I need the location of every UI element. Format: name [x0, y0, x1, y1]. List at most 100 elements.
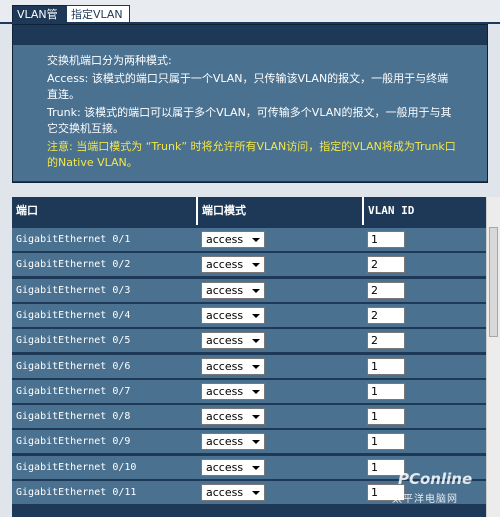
vertical-scrollbar[interactable]: [486, 197, 500, 517]
port-name: GigabitEthernet 0/6: [16, 361, 131, 372]
port-name: GigabitEthernet 0/3: [16, 285, 131, 296]
chevron-down-icon: [252, 390, 260, 394]
table-row: GigabitEthernet 0/6 access 1: [12, 355, 488, 378]
port-name: GigabitEthernet 0/9: [16, 436, 131, 447]
port-mode-cell: access: [198, 329, 362, 352]
port-mode-value: access: [206, 385, 244, 398]
port-mode-cell: access: [198, 456, 362, 479]
vlan-id-input[interactable]: 2: [367, 256, 405, 273]
port-mode-value: access: [206, 486, 244, 499]
info-note: 注意: 当端口模式为 “Trunk” 时将允许所有VLAN访问，指定的VLAN将…: [47, 140, 456, 169]
port-vlan-table: 端口 端口模式 VLAN ID GigabitEthernet 0/1 acces…: [12, 197, 488, 517]
vlan-id-cell: 1: [364, 228, 488, 251]
header-port: 端口: [12, 197, 198, 225]
watermark-logo: PConline: [398, 470, 473, 488]
vlan-id-cell: 2: [364, 329, 488, 352]
port-mode-value: access: [206, 360, 244, 373]
port-mode-select[interactable]: access: [201, 256, 265, 273]
port-mode-select[interactable]: access: [201, 282, 265, 299]
vlan-id-cell: 1: [364, 405, 488, 428]
vlan-id-cell: 1: [364, 430, 488, 453]
vlan-id-cell: 2: [364, 304, 488, 327]
port-mode-value: access: [206, 435, 244, 448]
port-mode-cell: access: [198, 380, 362, 403]
chevron-down-icon: [252, 263, 260, 267]
chevron-down-icon: [252, 466, 260, 470]
chevron-down-icon: [252, 365, 260, 369]
port-name: GigabitEthernet 0/8: [16, 411, 131, 422]
table-row: GigabitEthernet 0/9 access 1: [12, 430, 488, 453]
header-port-mode: 端口模式: [198, 197, 364, 225]
port-mode-value: access: [206, 461, 244, 474]
table-row: GigabitEthernet 0/4 access 2: [12, 304, 488, 327]
info-body: 交换机端口分为两种模式: Access: 该模式的端口只属于一个VLAN，只传输…: [13, 45, 487, 181]
vlan-id-input[interactable]: 1: [367, 383, 405, 400]
vlan-id-cell: 2: [364, 253, 488, 276]
port-mode-value: access: [206, 334, 244, 347]
port-mode-value: access: [206, 309, 244, 322]
info-line-access: Access: 该模式的端口只属于一个VLAN，只传输该VLAN的报文，一般用于…: [47, 72, 449, 101]
port-mode-select[interactable]: access: [201, 408, 265, 425]
tab-assign-vlan[interactable]: 指定VLAN: [66, 5, 130, 23]
vlan-id-input[interactable]: 2: [367, 307, 405, 324]
port-name: GigabitEthernet 0/5: [16, 335, 131, 346]
table-row: GigabitEthernet 0/3 access 2: [12, 279, 488, 302]
vlan-id-input[interactable]: 2: [367, 282, 405, 299]
table-header: 端口 端口模式 VLAN ID: [12, 197, 488, 225]
port-mode-cell: access: [198, 355, 362, 378]
port-mode-value: access: [206, 284, 244, 297]
chevron-down-icon: [252, 415, 260, 419]
port-mode-cell: access: [198, 228, 362, 251]
vlan-id-input[interactable]: 1: [367, 231, 405, 248]
vlan-id-cell: 1: [364, 380, 488, 403]
info-line-modes: 交换机端口分为两种模式:: [47, 54, 172, 67]
port-name: GigabitEthernet 0/10: [16, 462, 137, 473]
vlan-id-input[interactable]: 1: [367, 358, 405, 375]
watermark-subtitle: 太平洋电脑网: [392, 494, 458, 505]
vlan-id-input[interactable]: 1: [367, 408, 405, 425]
port-mode-cell: access: [198, 279, 362, 302]
port-mode-select[interactable]: access: [201, 433, 265, 450]
table-row: GigabitEthernet 0/1 access 1: [12, 228, 488, 251]
table-row: GigabitEthernet 0/2 access 2: [12, 253, 488, 276]
port-mode-select[interactable]: access: [201, 358, 265, 375]
chevron-down-icon: [252, 289, 260, 293]
port-name: GigabitEthernet 0/4: [16, 310, 131, 321]
port-mode-cell: access: [198, 405, 362, 428]
header-vlan-id: VLAN ID: [368, 204, 415, 217]
port-mode-select[interactable]: access: [201, 307, 265, 324]
info-panel: 交换机端口分为两种模式: Access: 该模式的端口只属于一个VLAN，只传输…: [12, 24, 488, 183]
table-row: GigabitEthernet 0/5 access 2: [12, 329, 488, 352]
port-mode-select[interactable]: access: [201, 332, 265, 349]
port-name: GigabitEthernet 0/7: [16, 386, 131, 397]
port-mode-value: access: [206, 410, 244, 423]
chevron-down-icon: [252, 238, 260, 242]
vlan-id-cell: 1: [364, 355, 488, 378]
port-name: GigabitEthernet 0/1: [16, 234, 131, 245]
chevron-down-icon: [252, 491, 260, 495]
port-mode-cell: access: [198, 253, 362, 276]
table-row: GigabitEthernet 0/8 access 1: [12, 405, 488, 428]
chevron-down-icon: [252, 314, 260, 318]
watermark: PConline 太平洋电脑网: [392, 470, 492, 510]
table-row: GigabitEthernet 0/7 access 1: [12, 380, 488, 403]
port-mode-cell: access: [198, 430, 362, 453]
info-line-trunk: Trunk: 该模式的端口可以属于多个VLAN，可传输多个VLAN的报文，一般用…: [47, 106, 452, 135]
top-bar: VLAN管理 指定VLAN: [0, 0, 500, 38]
port-mode-cell: access: [198, 481, 362, 504]
port-mode-select[interactable]: access: [201, 459, 265, 476]
scrollbar-thumb[interactable]: [489, 227, 498, 337]
chevron-down-icon: [252, 440, 260, 444]
port-mode-value: access: [206, 258, 244, 271]
vlan-id-input[interactable]: 1: [367, 433, 405, 450]
port-mode-select[interactable]: access: [201, 484, 265, 501]
vlan-id-cell: 2: [364, 279, 488, 302]
vlan-id-input[interactable]: 2: [367, 332, 405, 349]
port-name: GigabitEthernet 0/11: [16, 487, 137, 498]
port-name: GigabitEthernet 0/2: [16, 259, 131, 270]
port-mode-select[interactable]: access: [201, 231, 265, 248]
port-mode-select[interactable]: access: [201, 383, 265, 400]
chevron-down-icon: [252, 339, 260, 343]
port-mode-value: access: [206, 233, 244, 246]
port-mode-cell: access: [198, 304, 362, 327]
